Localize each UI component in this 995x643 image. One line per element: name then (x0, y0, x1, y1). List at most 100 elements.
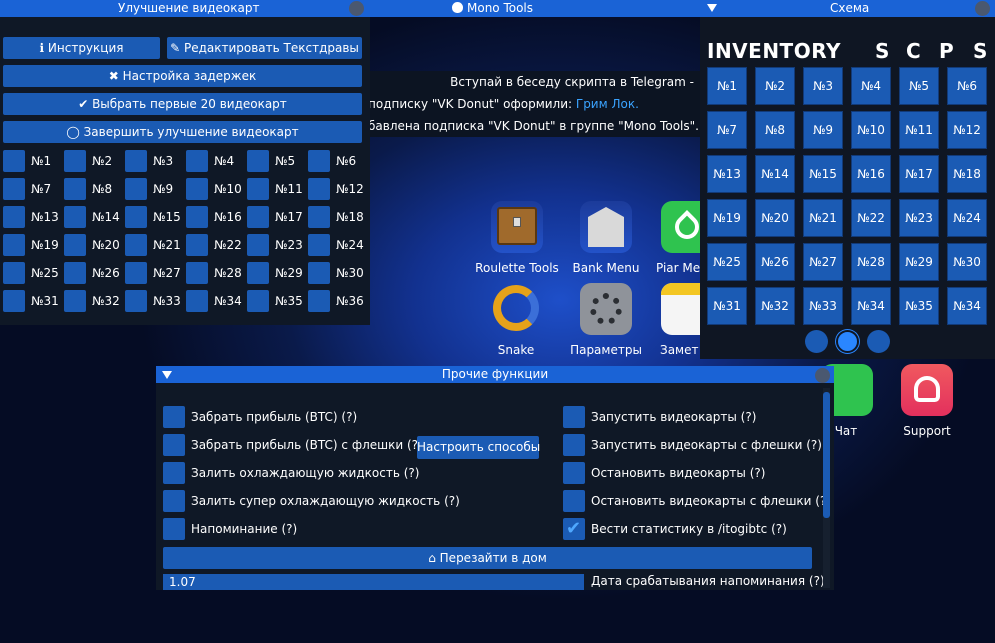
inventory-slot[interactable]: №27 (803, 243, 843, 281)
inventory-slot[interactable]: №6 (947, 67, 987, 105)
gpu-card-checkbox[interactable] (64, 150, 86, 172)
option-checkbox[interactable] (563, 434, 585, 456)
inventory-slot[interactable]: №8 (755, 111, 795, 149)
gpu-card-checkbox[interactable] (308, 178, 330, 200)
gpu-card-checkbox[interactable] (186, 234, 208, 256)
gpu-card-checkbox[interactable] (125, 290, 147, 312)
inventory-slot[interactable]: №35 (899, 287, 939, 325)
notification-2-link[interactable]: Грим Лок. (576, 97, 639, 111)
gpu-card-checkbox[interactable] (247, 206, 269, 228)
inventory-slot[interactable]: №16 (851, 155, 891, 193)
inventory-slot[interactable]: №34 (947, 287, 987, 325)
gpu-card-checkbox[interactable] (3, 178, 25, 200)
gpu-card-checkbox[interactable] (247, 262, 269, 284)
inventory-slot[interactable]: №29 (899, 243, 939, 281)
collapse-triangle-icon[interactable] (162, 371, 172, 379)
finish-improvement-button[interactable]: ◯ Завершить улучшение видеокарт (3, 121, 362, 143)
inventory-slot[interactable]: №23 (899, 199, 939, 237)
gpu-card-checkbox[interactable] (186, 206, 208, 228)
inventory-slot[interactable]: №9 (803, 111, 843, 149)
gpu-window-collapse-button[interactable] (349, 1, 364, 16)
gpu-card-checkbox[interactable] (186, 290, 208, 312)
inventory-slot[interactable]: №28 (851, 243, 891, 281)
inventory-slot[interactable]: №2 (755, 67, 795, 105)
gpu-card-checkbox[interactable] (125, 178, 147, 200)
scheme-collapse-triangle-icon[interactable] (707, 4, 717, 12)
roulette-tools-app-icon[interactable] (491, 201, 543, 253)
rejoin-house-button[interactable]: ⌂ Перезайти в дом (163, 547, 812, 569)
settings-app-icon[interactable] (580, 283, 632, 335)
inventory-slot[interactable]: №1 (707, 67, 747, 105)
page-dot-3[interactable] (867, 330, 890, 353)
inventory-slot[interactable]: №11 (899, 111, 939, 149)
gpu-card-checkbox[interactable] (186, 178, 208, 200)
gpu-card-checkbox[interactable] (64, 290, 86, 312)
scheme-window-close-button[interactable] (975, 1, 990, 16)
support-app-icon[interactable] (901, 364, 953, 416)
page-dot-1[interactable] (805, 330, 828, 353)
inventory-slot[interactable]: №10 (851, 111, 891, 149)
page-dot-2[interactable] (836, 330, 859, 353)
inventory-slot[interactable]: №21 (803, 199, 843, 237)
gpu-card-checkbox[interactable] (125, 150, 147, 172)
gpu-card-checkbox[interactable] (64, 206, 86, 228)
inventory-slot[interactable]: №22 (851, 199, 891, 237)
inventory-slot[interactable]: №15 (803, 155, 843, 193)
instruction-button[interactable]: ℹ Инструкция (3, 37, 160, 59)
option-checkbox[interactable] (163, 406, 185, 428)
inventory-slot[interactable]: №13 (707, 155, 747, 193)
delays-button[interactable]: ✖ Настройка задержек (3, 65, 362, 87)
option-checkbox[interactable] (563, 462, 585, 484)
inventory-slot[interactable]: №5 (899, 67, 939, 105)
inventory-slot[interactable]: №18 (947, 155, 987, 193)
gpu-card-checkbox[interactable] (308, 290, 330, 312)
gpu-card-checkbox[interactable] (64, 178, 86, 200)
edit-textdraws-button[interactable]: ✎ Редактировать Текстдравы (167, 37, 362, 59)
option-checkbox[interactable] (163, 518, 185, 540)
inventory-slot[interactable]: №7 (707, 111, 747, 149)
select-first-20-button[interactable]: ✔ Выбрать первые 20 видеокарт (3, 93, 362, 115)
gpu-card-checkbox[interactable] (3, 234, 25, 256)
option-checkbox[interactable]: ✔ (563, 518, 585, 540)
option-checkbox[interactable] (163, 462, 185, 484)
inventory-slot[interactable]: №34 (851, 287, 891, 325)
inventory-slot[interactable]: №33 (803, 287, 843, 325)
bank-menu-app-icon[interactable] (580, 201, 632, 253)
gpu-card-checkbox[interactable] (247, 150, 269, 172)
gpu-card-checkbox[interactable] (247, 234, 269, 256)
gpu-card-checkbox[interactable] (186, 150, 208, 172)
inventory-slot[interactable]: №30 (947, 243, 987, 281)
scrollbar-thumb[interactable] (823, 392, 830, 518)
gpu-card-checkbox[interactable] (3, 290, 25, 312)
other-window-close-button[interactable] (815, 368, 830, 383)
option-checkbox[interactable] (563, 406, 585, 428)
gpu-card-checkbox[interactable] (3, 150, 25, 172)
option-checkbox[interactable] (163, 490, 185, 512)
gpu-card-checkbox[interactable] (125, 234, 147, 256)
inventory-slot[interactable]: №32 (755, 287, 795, 325)
gpu-card-checkbox[interactable] (64, 262, 86, 284)
gpu-card-checkbox[interactable] (3, 262, 25, 284)
inventory-slot[interactable]: №19 (707, 199, 747, 237)
inventory-slot[interactable]: №14 (755, 155, 795, 193)
gpu-card-checkbox[interactable] (64, 234, 86, 256)
inventory-slot[interactable]: №31 (707, 287, 747, 325)
gpu-card-checkbox[interactable] (247, 178, 269, 200)
gpu-card-checkbox[interactable] (3, 206, 25, 228)
inventory-slot[interactable]: №25 (707, 243, 747, 281)
snake-app-icon[interactable] (491, 283, 543, 335)
gpu-card-checkbox[interactable] (125, 206, 147, 228)
inventory-slot[interactable]: №20 (755, 199, 795, 237)
gpu-card-checkbox[interactable] (308, 150, 330, 172)
gpu-card-checkbox[interactable] (308, 206, 330, 228)
gpu-card-checkbox[interactable] (125, 262, 147, 284)
inventory-slot[interactable]: №4 (851, 67, 891, 105)
inventory-slot[interactable]: №24 (947, 199, 987, 237)
inventory-slot[interactable]: №26 (755, 243, 795, 281)
gpu-card-checkbox[interactable] (308, 234, 330, 256)
gpu-card-checkbox[interactable] (247, 290, 269, 312)
inventory-slot[interactable]: №12 (947, 111, 987, 149)
option-checkbox[interactable] (563, 490, 585, 512)
inventory-slot[interactable]: №17 (899, 155, 939, 193)
inventory-slot[interactable]: №3 (803, 67, 843, 105)
